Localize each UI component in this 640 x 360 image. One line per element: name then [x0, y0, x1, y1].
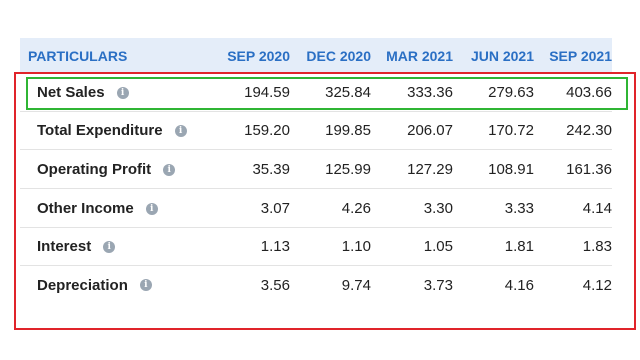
highlight-box-green — [26, 77, 628, 110]
highlight-box-red — [14, 72, 636, 330]
header-period: SEP 2020 — [227, 48, 290, 64]
header-period: MAR 2021 — [386, 48, 453, 64]
financials-table: PARTICULARS SEP 2020 DEC 2020 MAR 2021 J… — [20, 38, 612, 74]
header-period: JUN 2021 — [470, 48, 534, 64]
header-period: DEC 2020 — [306, 48, 371, 64]
header-particulars: PARTICULARS — [28, 48, 128, 64]
table-header-row: PARTICULARS SEP 2020 DEC 2020 MAR 2021 J… — [20, 38, 612, 74]
header-period: SEP 2021 — [549, 48, 612, 64]
